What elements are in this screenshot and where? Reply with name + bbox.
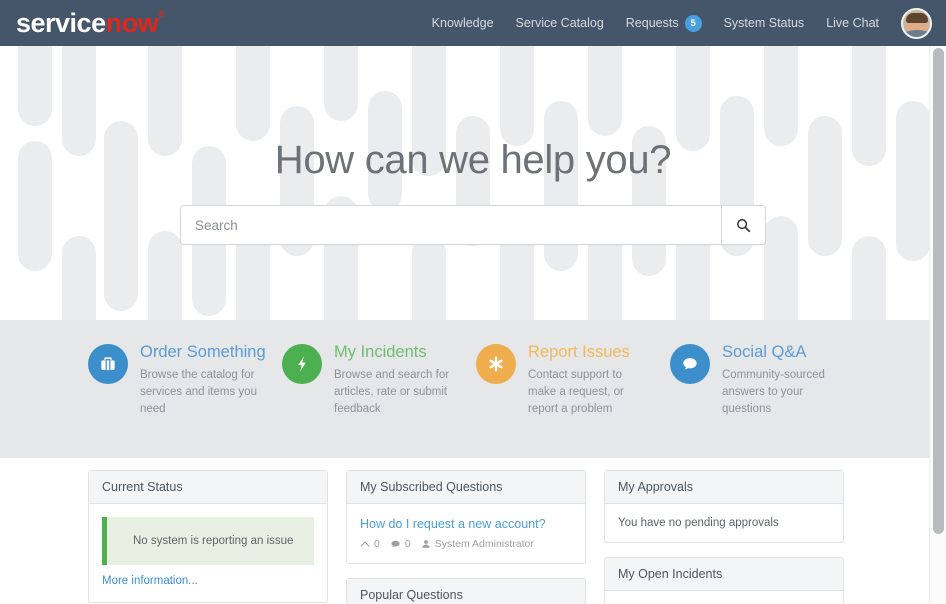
question-comments: 0 — [390, 538, 411, 550]
feature-desc-report-issues: Contact support to make a request, or re… — [528, 369, 624, 416]
more-information-link[interactable]: More information... — [102, 575, 198, 587]
nav-item-requests[interactable]: Requests 5 — [625, 14, 702, 32]
search-bar — [180, 205, 766, 245]
requests-count-badge: 5 — [684, 14, 702, 32]
top-header-bar: servicenow® Knowledge Service Catalog Re… — [0, 0, 946, 46]
panel-my-approvals: My Approvals You have no pending approva… — [604, 470, 844, 543]
lightning-bolt-icon — [282, 344, 322, 384]
service-portal-page: servicenow® Knowledge Service Catalog Re… — [0, 0, 946, 604]
chat-bubble-icon — [670, 344, 710, 384]
widget-column-left: Current Status No system is reporting an… — [88, 470, 328, 604]
avatar-shoulders — [903, 29, 930, 37]
feature-desc-my-incidents: Browse and search for articles, rate or … — [334, 369, 450, 416]
nav-item-service-catalog[interactable]: Service Catalog — [516, 16, 604, 30]
vertical-scrollbar[interactable] — [929, 46, 946, 604]
search-button[interactable] — [721, 206, 765, 244]
nav-label-knowledge: Knowledge — [431, 16, 494, 30]
status-alert-message: No system is reporting an issue — [133, 535, 294, 547]
nav-item-knowledge[interactable]: Knowledge — [432, 16, 494, 30]
panel-current-status: Current Status No system is reporting an… — [88, 470, 328, 603]
widget-column-right: My Approvals You have no pending approva… — [604, 470, 844, 604]
question-link[interactable]: How do I request a new account? — [360, 517, 572, 531]
question-meta: 0 0 System Administrator — [360, 538, 572, 550]
main-navigation: Knowledge Service Catalog Requests 5 Sys… — [432, 7, 946, 39]
servicenow-logo[interactable]: servicenow® — [16, 7, 165, 38]
logo-trademark: ® — [158, 8, 165, 19]
avatar-hair — [905, 13, 928, 23]
widget-column-middle: My Subscribed Questions How do I request… — [346, 470, 586, 604]
panel-title-my-approvals: My Approvals — [605, 471, 843, 504]
briefcase-icon — [88, 344, 128, 384]
search-icon — [737, 218, 751, 232]
logo-text-now: now — [105, 7, 159, 38]
panel-my-subscribed-questions: My Subscribed Questions How do I request… — [346, 470, 586, 564]
features-band: Order Something Browse the catalog for s… — [0, 320, 946, 458]
feature-title-order-something[interactable]: Order Something — [140, 342, 266, 362]
panel-title-current-status: Current Status — [89, 471, 327, 504]
chevron-up-icon — [360, 541, 370, 547]
nav-item-system-status[interactable]: System Status — [724, 16, 805, 30]
question-votes: 0 — [360, 538, 380, 550]
person-icon — [422, 540, 430, 548]
feature-title-my-incidents[interactable]: My Incidents — [334, 342, 452, 362]
nav-item-live-chat[interactable]: Live Chat — [826, 16, 879, 30]
page-title: How can we help you? — [274, 138, 672, 182]
comment-icon — [391, 540, 400, 547]
widgets-row: Current Status No system is reporting an… — [0, 458, 946, 604]
feature-my-incidents[interactable]: My Incidents Browse and search for artic… — [282, 342, 476, 418]
scrollbar-thumb[interactable] — [933, 48, 944, 534]
logo-text-service: service — [16, 7, 106, 38]
my-approvals-message: You have no pending approvals — [618, 517, 779, 529]
panel-popular-questions: Popular Questions — [346, 578, 586, 604]
user-avatar[interactable] — [901, 7, 932, 39]
feature-social-qa[interactable]: Social Q&A Community-sourced answers to … — [670, 342, 864, 418]
question-author-name: System Administrator — [434, 538, 534, 550]
question-author: System Administrator — [421, 538, 534, 550]
search-input[interactable] — [181, 206, 721, 244]
nav-label-service-catalog: Service Catalog — [515, 16, 604, 30]
question-votes-count: 0 — [374, 538, 380, 550]
feature-desc-social-qa: Community-sourced answers to your questi… — [722, 369, 825, 416]
nav-label-system-status: System Status — [723, 16, 805, 30]
hero-section: How can we help you? — [0, 46, 946, 320]
nav-label-requests: Requests — [625, 16, 679, 30]
feature-desc-order-something: Browse the catalog for services and item… — [140, 369, 257, 416]
feature-title-social-qa[interactable]: Social Q&A — [722, 342, 840, 362]
panel-title-popular-questions: Popular Questions — [347, 579, 585, 604]
feature-report-issues[interactable]: Report Issues Contact support to make a … — [476, 342, 670, 418]
panel-my-open-incidents: My Open Incidents — [604, 557, 844, 604]
panel-body-my-open-incidents — [605, 591, 843, 604]
nav-label-live-chat: Live Chat — [826, 16, 879, 30]
feature-title-report-issues[interactable]: Report Issues — [528, 342, 646, 362]
asterisk-icon — [476, 344, 516, 384]
panel-title-my-open-incidents: My Open Incidents — [605, 558, 843, 591]
feature-order-something[interactable]: Order Something Browse the catalog for s… — [88, 342, 282, 418]
status-alert-ok: No system is reporting an issue — [102, 517, 314, 565]
question-comments-count: 0 — [404, 538, 411, 550]
panel-title-my-subscribed-questions: My Subscribed Questions — [347, 471, 585, 504]
